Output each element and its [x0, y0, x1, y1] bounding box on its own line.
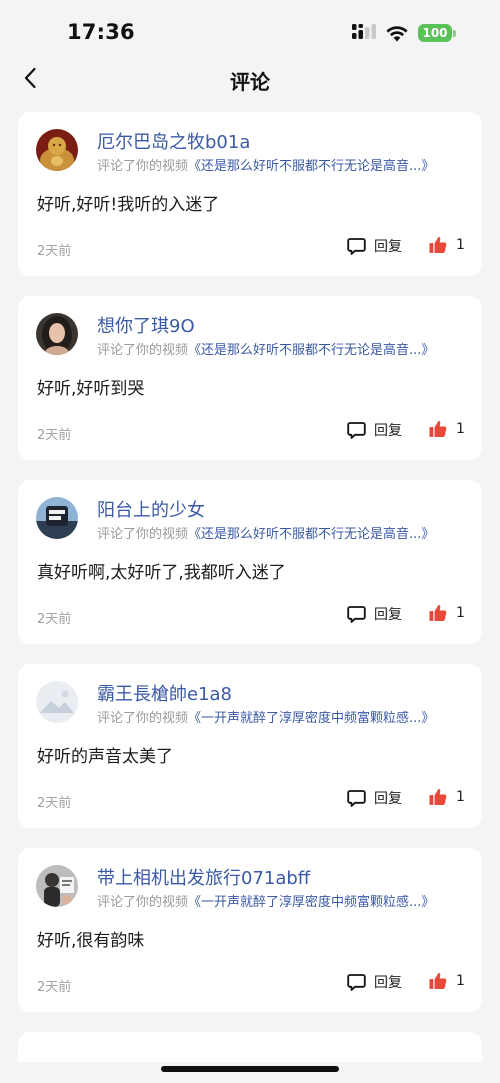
comment-bubble-icon	[347, 789, 366, 807]
reply-button[interactable]: 回复	[347, 788, 402, 808]
comment-text: 好听,好听到哭	[37, 379, 145, 399]
like-button[interactable]: 1	[429, 604, 465, 622]
thumbs-up-icon	[429, 605, 447, 621]
comment-bubble-icon	[347, 237, 366, 255]
comment-subtitle: 评论了你的视频《一开声就醉了淳厚密度中频富颗粒感...》	[97, 707, 434, 726]
comment-subtitle: 评论了你的视频《一开声就醉了淳厚密度中频富颗粒感...》	[97, 891, 434, 910]
comment-action-text: 评论了你的视频	[97, 711, 189, 726]
comment-card: 霸王長槍帥e1a8 评论了你的视频《一开声就醉了淳厚密度中频富颗粒感...》 好…	[18, 664, 482, 828]
reply-label: 回复	[374, 975, 402, 991]
comment-text: 好听的声音太美了	[37, 747, 173, 767]
comment-card: 阳台上的少女 评论了你的视频《还是那么好听不服都不行无论是高音...》 真好听啊…	[18, 480, 482, 644]
like-button[interactable]: 1	[429, 972, 465, 990]
comment-text: 好听,好听!我听的入迷了	[37, 195, 220, 215]
avatar[interactable]	[36, 313, 78, 355]
comment-username[interactable]: 霸王長槍帥e1a8	[97, 680, 232, 706]
like-count: 1	[456, 237, 465, 253]
reply-button[interactable]: 回复	[347, 972, 402, 992]
cellular-signal-icon	[352, 24, 376, 39]
comment-action-text: 评论了你的视频	[97, 343, 189, 358]
reply-label: 回复	[374, 239, 402, 255]
comment-bubble-icon	[347, 605, 366, 623]
comment-action-text: 评论了你的视频	[97, 527, 189, 542]
video-title-link[interactable]: 《一开声就醉了淳厚密度中频富颗粒感...》	[188, 895, 434, 910]
like-button[interactable]: 1	[429, 788, 465, 806]
comment-action-text: 评论了你的视频	[97, 159, 189, 174]
page-title: 评论	[230, 70, 270, 94]
comment-username[interactable]: 带上相机出发旅行071abff	[97, 864, 310, 890]
comment-bubble-icon	[347, 421, 366, 439]
comment-time: 2天前	[37, 244, 72, 259]
wifi-icon	[386, 25, 408, 41]
video-title-link[interactable]: 《一开声就醉了淳厚密度中频富颗粒感...》	[188, 711, 434, 726]
comment-subtitle: 评论了你的视频《还是那么好听不服都不行无论是高音...》	[97, 155, 434, 174]
status-bar: 17:36 100	[0, 0, 500, 60]
comment-subtitle: 评论了你的视频《还是那么好听不服都不行无论是高音...》	[97, 339, 434, 358]
comment-time: 2天前	[37, 980, 72, 995]
thumbs-up-icon	[429, 421, 447, 437]
video-title-link[interactable]: 《还是那么好听不服都不行无论是高音...》	[188, 159, 434, 174]
battery-level: 100	[418, 24, 452, 42]
like-count: 1	[456, 973, 465, 989]
battery-indicator: 100	[418, 24, 456, 42]
like-button[interactable]: 1	[429, 236, 465, 254]
comment-card-partial	[18, 1032, 482, 1062]
reply-label: 回复	[374, 791, 402, 807]
reply-button[interactable]: 回复	[347, 420, 402, 440]
comment-action-text: 评论了你的视频	[97, 895, 189, 910]
nav-bar: 评论	[0, 56, 500, 100]
video-title-link[interactable]: 《还是那么好听不服都不行无论是高音...》	[188, 527, 434, 542]
reply-label: 回复	[374, 607, 402, 623]
video-title-link[interactable]: 《还是那么好听不服都不行无论是高音...》	[188, 343, 434, 358]
reply-button[interactable]: 回复	[347, 604, 402, 624]
thumbs-up-icon	[429, 789, 447, 805]
avatar[interactable]	[36, 129, 78, 171]
comment-time: 2天前	[37, 796, 72, 811]
comment-text: 真好听啊,太好听了,我都听入迷了	[37, 563, 286, 583]
comment-card: 带上相机出发旅行071abff 评论了你的视频《一开声就醉了淳厚密度中频富颗粒感…	[18, 848, 482, 1012]
comment-card: 想你了琪9O 评论了你的视频《还是那么好听不服都不行无论是高音...》 好听,好…	[18, 296, 482, 460]
avatar[interactable]	[36, 681, 78, 723]
reply-button[interactable]: 回复	[347, 236, 402, 256]
thumbs-up-icon	[429, 237, 447, 253]
home-indicator[interactable]	[161, 1066, 339, 1072]
like-count: 1	[456, 789, 465, 805]
like-count: 1	[456, 421, 465, 437]
comment-username[interactable]: 想你了琪9O	[97, 312, 195, 338]
comment-time: 2天前	[37, 428, 72, 443]
like-button[interactable]: 1	[429, 420, 465, 438]
comment-time: 2天前	[37, 612, 72, 627]
battery-cap	[453, 29, 456, 37]
avatar[interactable]	[36, 497, 78, 539]
comment-text: 好听,很有韵味	[37, 931, 145, 951]
comment-bubble-icon	[347, 973, 366, 991]
comment-list: 厄尔巴岛之牧b01a 评论了你的视频《还是那么好听不服都不行无论是高音...》 …	[18, 112, 482, 1062]
avatar[interactable]	[36, 865, 78, 907]
like-count: 1	[456, 605, 465, 621]
comment-username[interactable]: 阳台上的少女	[97, 496, 205, 522]
comment-subtitle: 评论了你的视频《还是那么好听不服都不行无论是高音...》	[97, 523, 434, 542]
comment-username[interactable]: 厄尔巴岛之牧b01a	[97, 128, 250, 154]
reply-label: 回复	[374, 423, 402, 439]
thumbs-up-icon	[429, 973, 447, 989]
status-icons: 100	[352, 24, 456, 42]
comment-card: 厄尔巴岛之牧b01a 评论了你的视频《还是那么好听不服都不行无论是高音...》 …	[18, 112, 482, 276]
status-time: 17:36	[67, 20, 135, 44]
